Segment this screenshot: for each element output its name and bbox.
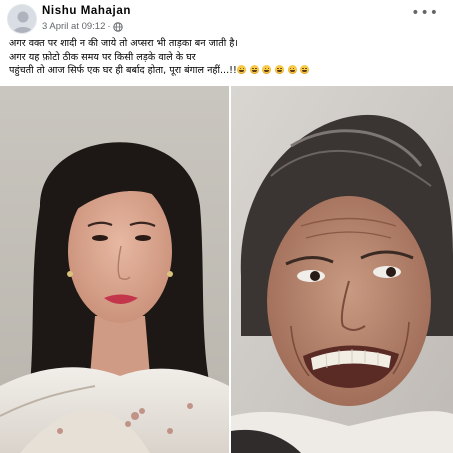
- laughing-emoji-icon: [287, 65, 297, 74]
- author-name[interactable]: Nishu Mahajan: [42, 5, 131, 17]
- meta-separator: ·: [107, 21, 111, 32]
- post-header: Nishu Mahajan 3 April at 09:12 · •••: [0, 0, 453, 36]
- right-photo[interactable]: [231, 86, 453, 453]
- more-options-icon[interactable]: •••: [411, 6, 439, 20]
- laughing-emoji-icon: [249, 65, 259, 74]
- globe-icon[interactable]: [112, 21, 123, 32]
- laughing-emoji-icon: [262, 65, 272, 74]
- author-avatar[interactable]: [7, 4, 37, 34]
- caption-line-1: अगर वक्त पर शादी न की जाये तो अप्सरा भी …: [9, 38, 238, 49]
- avatar-image: [8, 5, 36, 33]
- caption-line-3-row: पहुंचती तो आज सिर्फ एक घर ही बर्बाद होता…: [9, 64, 445, 78]
- facebook-post: Nishu Mahajan 3 April at 09:12 · ••• अगर…: [0, 0, 453, 453]
- post-caption: अगर वक्त पर शादी न की जाये तो अप्सरा भी …: [9, 37, 445, 78]
- laughing-emoji-icon: [237, 65, 247, 74]
- post-timestamp[interactable]: 3 April at 09:12: [42, 21, 105, 32]
- laughing-emoji-icon: [275, 65, 284, 74]
- young-woman-portrait-image: [0, 86, 229, 453]
- left-photo[interactable]: [0, 86, 229, 453]
- caption-line-3: पहुंचती तो आज सिर्फ एक घर ही बर्बाद होता…: [9, 65, 237, 76]
- post-meta: 3 April at 09:12 ·: [42, 21, 123, 32]
- caption-line-2: अगर यह फ़ोटो ठीक समय पर किसी लड़के वाले …: [9, 51, 196, 63]
- older-woman-grimace-image: [231, 86, 453, 453]
- post-photos: [0, 86, 453, 453]
- laughing-emoji-icon: [300, 65, 310, 74]
- emoji-group: [237, 64, 310, 78]
